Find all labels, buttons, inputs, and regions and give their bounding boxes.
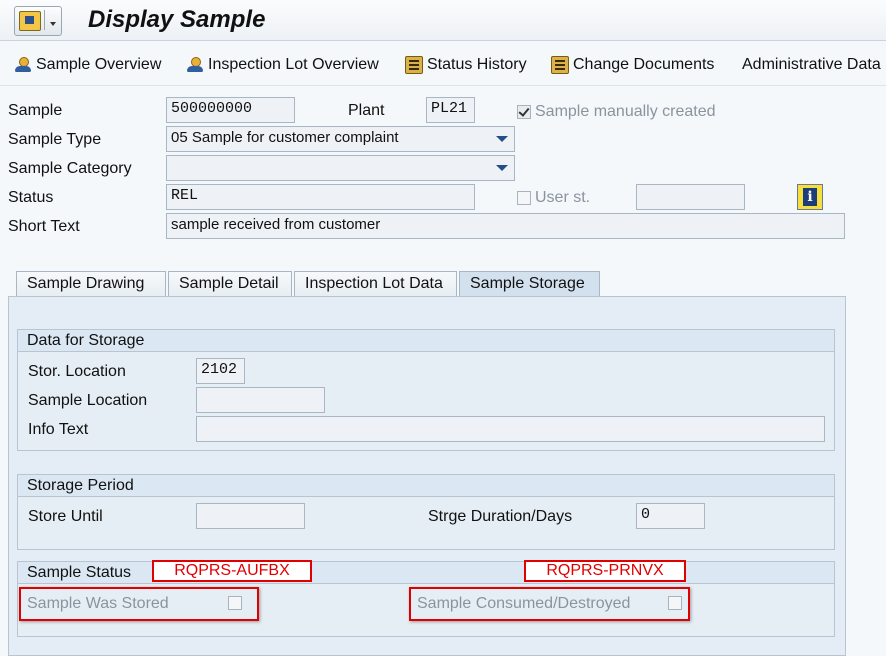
storage-location-label: Stor. Location xyxy=(28,363,126,380)
administrative-data-label: Administrative Data xyxy=(742,56,881,73)
storage-period-group: Storage Period xyxy=(17,474,835,550)
user-status-label: User st. xyxy=(535,189,591,206)
store-until-field[interactable] xyxy=(196,503,305,529)
menu-button[interactable] xyxy=(14,6,62,36)
administrative-data-button[interactable]: Administrative Data xyxy=(742,54,881,76)
sample-overview-button[interactable]: Sample Overview xyxy=(14,54,161,76)
annotation-label-prnvx: RQPRS-PRNVX xyxy=(524,560,686,582)
user-status-field[interactable] xyxy=(636,184,745,210)
tab-sample-drawing[interactable]: Sample Drawing xyxy=(16,271,166,297)
person-icon xyxy=(14,56,32,74)
sample-overview-label: Sample Overview xyxy=(36,56,162,73)
tab-inspection-lot-data[interactable]: Inspection Lot Data xyxy=(294,271,457,297)
sample-location-label: Sample Location xyxy=(28,392,148,409)
sample-category-dropdown[interactable] xyxy=(166,155,515,181)
person-icon xyxy=(186,56,204,74)
inspection-lot-overview-button[interactable]: Inspection Lot Overview xyxy=(186,54,379,76)
sample-stored-label: Sample Was Stored xyxy=(27,595,169,612)
storage-duration-field[interactable]: 0 xyxy=(636,503,705,529)
sample-location-field[interactable] xyxy=(196,387,325,413)
info-text-label: Info Text xyxy=(28,421,89,438)
storage-location-field[interactable]: 2102 xyxy=(196,358,245,384)
user-status-checkbox[interactable]: User st. xyxy=(517,189,590,207)
status-label: Status xyxy=(8,189,54,206)
change-documents-label: Change Documents xyxy=(573,56,715,73)
history-icon xyxy=(551,56,569,74)
manual-created-label: Sample manually created xyxy=(535,103,716,120)
plant-label: Plant xyxy=(348,102,385,119)
status-history-button[interactable]: Status History xyxy=(405,54,527,76)
sample-stored-checkbox[interactable] xyxy=(228,596,242,610)
manual-created-checkbox[interactable]: Sample manually created xyxy=(517,103,716,121)
status-field[interactable]: REL xyxy=(166,184,475,210)
plant-field[interactable]: PL21 xyxy=(426,97,475,123)
store-until-label: Store Until xyxy=(28,508,103,525)
menu-icon xyxy=(19,11,41,31)
short-text-label: Short Text xyxy=(8,218,80,235)
tab-sample-storage[interactable]: Sample Storage xyxy=(459,271,600,297)
sample-category-label: Sample Category xyxy=(8,160,132,177)
chevron-down-icon xyxy=(496,136,508,142)
change-documents-button[interactable]: Change Documents xyxy=(551,54,714,76)
checkbox-icon xyxy=(517,191,531,205)
dropdown-arrow-icon xyxy=(50,22,56,26)
sample-number-field[interactable]: 500000000 xyxy=(166,97,295,123)
annotation-label-aufbx: RQPRS-AUFBX xyxy=(152,560,312,582)
sample-type-dropdown[interactable]: 05 Sample for customer complaint xyxy=(166,126,515,152)
group-title: Sample Status xyxy=(18,562,834,584)
sample-consumed-checkbox[interactable] xyxy=(668,596,682,610)
status-history-label: Status History xyxy=(427,56,527,73)
checkbox-checked-icon xyxy=(517,105,531,119)
sample-type-value: 05 Sample for customer complaint xyxy=(171,129,399,146)
sample-type-label: Sample Type xyxy=(8,131,102,148)
sample-consumed-label: Sample Consumed/Destroyed xyxy=(417,595,631,612)
tab-sample-detail[interactable]: Sample Detail xyxy=(168,271,292,297)
inspection-lot-overview-label: Inspection Lot Overview xyxy=(208,56,379,73)
info-text-field[interactable] xyxy=(196,416,825,442)
storage-duration-label: Strge Duration/Days xyxy=(428,508,573,525)
info-button[interactable]: i xyxy=(797,184,823,210)
history-icon xyxy=(405,56,423,74)
group-title: Storage Period xyxy=(18,475,834,497)
short-text-field[interactable]: sample received from customer xyxy=(166,213,845,239)
chevron-down-icon xyxy=(496,165,508,171)
info-icon: i xyxy=(803,188,817,206)
sample-label: Sample xyxy=(8,102,63,119)
page-title: Display Sample xyxy=(88,6,266,33)
group-title: Data for Storage xyxy=(18,330,834,352)
